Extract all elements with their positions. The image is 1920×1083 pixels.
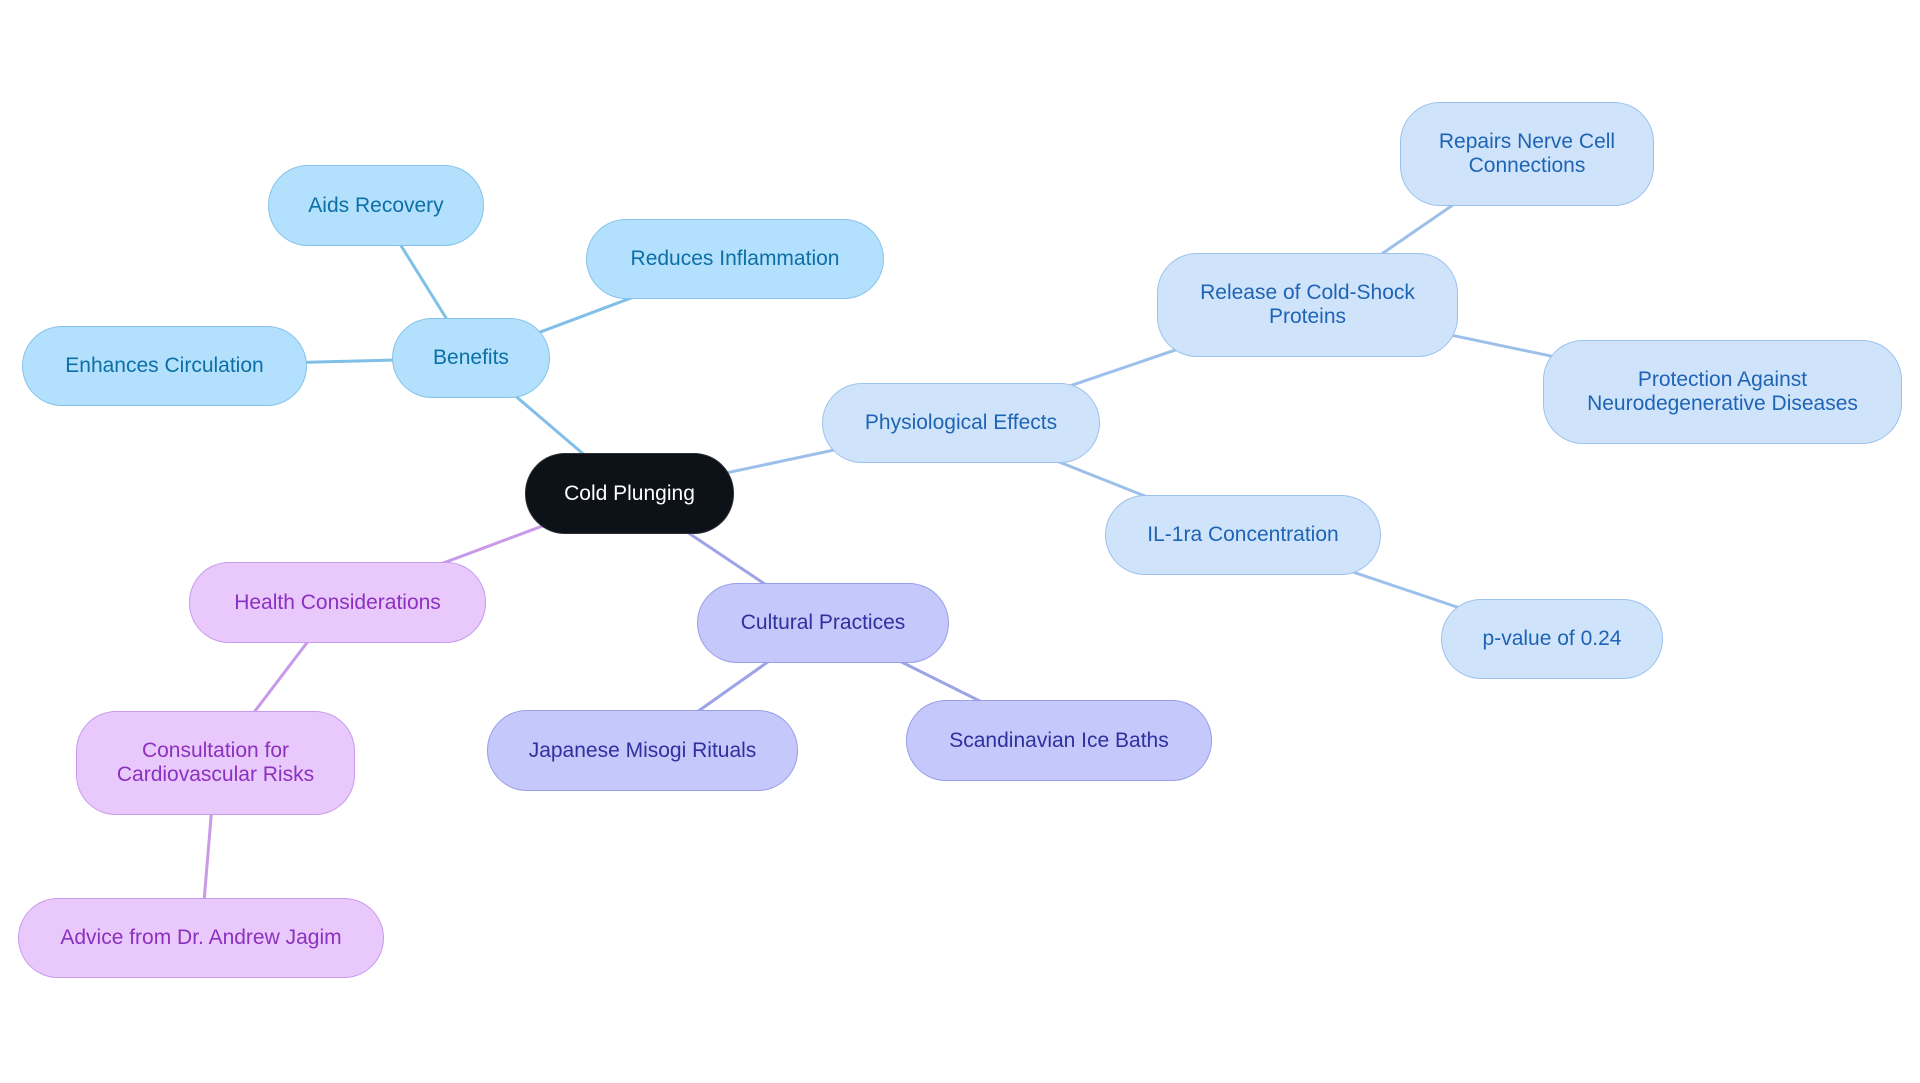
- node-cultural-practices[interactable]: Cultural Practices: [697, 583, 949, 663]
- node-health-considerations[interactable]: Health Considerations: [189, 562, 486, 643]
- node-label-line: Consultation for: [141, 739, 290, 762]
- node-advice-dr-andrew-jagim[interactable]: Advice from Dr. Andrew Jagim: [18, 898, 384, 978]
- node-label: Repairs Nerve Cell Connections: [1439, 130, 1615, 178]
- node-physiological-effects[interactable]: Physiological Effects: [822, 383, 1100, 463]
- node-label: Reduces Inflammation: [630, 247, 840, 270]
- node-label: Cold Plunging: [564, 481, 695, 505]
- node-scandinavian-ice-baths[interactable]: Scandinavian Ice Baths: [906, 700, 1212, 781]
- node-label-line: Connections: [1468, 154, 1586, 177]
- node-japanese-misogi-rituals[interactable]: Japanese Misogi Rituals: [487, 710, 798, 791]
- node-label: Japanese Misogi Rituals: [528, 738, 757, 762]
- node-label: Scandinavian Ice Baths: [949, 728, 1169, 752]
- node-label: Benefits: [433, 346, 509, 369]
- node-protection-neurodegenerative[interactable]: Protection Against Neurodegenerative Dis…: [1543, 340, 1902, 444]
- node-aids-recovery[interactable]: Aids Recovery: [268, 165, 484, 246]
- node-benefits[interactable]: Benefits: [392, 318, 550, 398]
- node-label: Health Considerations: [234, 590, 441, 614]
- node-label-line: Release of Cold-Shock: [1200, 281, 1415, 304]
- node-label: p-value of 0.24: [1482, 627, 1622, 650]
- node-label: Cultural Practices: [740, 611, 906, 634]
- node-p-value[interactable]: p-value of 0.24: [1441, 599, 1663, 679]
- node-label-line: Cardiovascular Risks: [116, 763, 315, 786]
- node-label: Aids Recovery: [308, 193, 444, 217]
- node-label: IL-1ra Concentration: [1147, 523, 1339, 546]
- node-label: Physiological Effects: [864, 411, 1058, 434]
- node-label: Consultation for Cardiovascular Risks: [117, 739, 314, 787]
- node-label-line: Repairs Nerve Cell: [1438, 130, 1616, 153]
- node-label-line: Protection Against: [1637, 368, 1808, 391]
- node-label: Protection Against Neurodegenerative Dis…: [1587, 368, 1858, 416]
- node-consultation-cardiovascular[interactable]: Consultation for Cardiovascular Risks: [76, 711, 355, 815]
- node-repairs-nerve-cell-connections[interactable]: Repairs Nerve Cell Connections: [1400, 102, 1654, 206]
- node-label-line: Neurodegenerative Diseases: [1587, 392, 1858, 415]
- node-reduces-inflammation[interactable]: Reduces Inflammation: [586, 219, 884, 299]
- node-enhances-circulation[interactable]: Enhances Circulation: [22, 326, 307, 406]
- node-cold-plunging[interactable]: Cold Plunging: [525, 453, 734, 534]
- node-label: Advice from Dr. Andrew Jagim: [60, 926, 342, 949]
- node-label: Enhances Circulation: [65, 354, 264, 377]
- node-release-cold-shock-proteins[interactable]: Release of Cold-Shock Proteins: [1157, 253, 1458, 357]
- node-il1ra-concentration[interactable]: IL-1ra Concentration: [1105, 495, 1381, 575]
- node-label: Release of Cold-Shock Proteins: [1200, 281, 1415, 329]
- node-label-line: Proteins: [1268, 305, 1347, 328]
